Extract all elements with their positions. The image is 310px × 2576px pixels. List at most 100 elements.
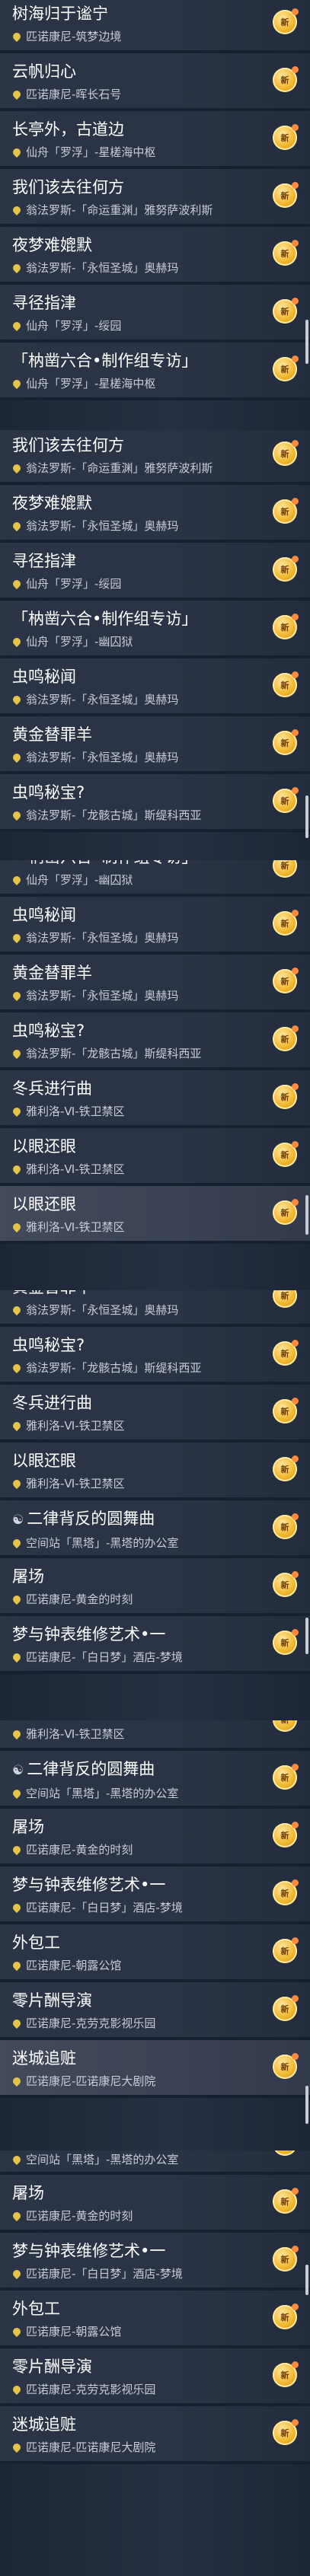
mission-location-text: 雅利洛-Ⅵ-铁卫禁区 <box>26 1419 125 1433</box>
mission-badge-icon[interactable]: 新 <box>273 2246 299 2272</box>
mission-list-item[interactable]: 虫鸣秘宝? 翁法罗斯-「龙骸古城」斯缇科西亚 新 <box>0 1012 310 1070</box>
mission-list-item[interactable]: 夜梦难媲默 翁法罗斯-「永恒圣城」奥赫玛 新 <box>0 227 310 285</box>
mission-list-item[interactable]: 我们该去往何方 翁法罗斯-「命运重渊」雅努萨波利斯 新 <box>0 430 310 485</box>
mission-list-item[interactable]: 屠场 匹诺康尼-黄金的时刻 新 <box>0 2175 310 2233</box>
mission-badge-icon[interactable]: 新 <box>273 787 299 813</box>
mission-list-item[interactable]: 虫鸣秘宝? 翁法罗斯-「龙骸古城」斯缇科西亚 新 <box>0 1327 310 1385</box>
scrollbar-thumb[interactable] <box>305 1618 308 1654</box>
mission-badge-icon[interactable]: 新 <box>273 1340 299 1366</box>
scrollbar-thumb[interactable] <box>305 320 308 364</box>
mission-badge-icon[interactable]: 新 <box>273 2419 299 2445</box>
mission-badge-icon[interactable]: 新 <box>273 66 299 92</box>
mission-list-item[interactable]: 云帆归心 匹诺康尼-晖长石号 新 <box>0 53 310 111</box>
mission-list-item[interactable]: 梦与钟表维修艺术•一 匹诺康尼-「白日梦」酒店-梦境 新 <box>0 1867 310 1924</box>
mission-list-item[interactable]: 虫鸣秘宝? 翁法罗斯-「龙骸古城」斯缇科西亚 新 <box>0 774 310 832</box>
mission-badge-icon[interactable]: 新 <box>273 1083 299 1109</box>
mission-list-item[interactable]: 迷城追赃 匹诺康尼-匹诺康尼大剧院 新 <box>0 2040 310 2098</box>
mission-badge-icon[interactable]: 新 <box>273 2361 299 2387</box>
mission-location: 翁法罗斯-「永恒圣城」奥赫玛 <box>11 260 310 276</box>
mission-list-item[interactable]: 树海归于谧宁 匹诺康尼-筑梦边境 新 <box>0 0 310 53</box>
mission-badge-icon[interactable]: 新 <box>273 1571 299 1597</box>
scrollbar-thumb[interactable] <box>305 795 308 838</box>
mission-list-item[interactable]: 我们该去往何方 翁法罗斯-「命运重渊」雅努萨波利斯 新 <box>0 169 310 227</box>
mission-badge-icon[interactable]: 新 <box>273 2188 299 2214</box>
mission-list-item[interactable]: 长亭外，古道边 仙舟「罗浮」-星槎海中枢 新 <box>0 111 310 169</box>
mission-list-item[interactable]: 梦与钟表维修艺术•一 匹诺康尼-「白日梦」酒店-梦境 新 <box>0 1616 310 1674</box>
scrollbar-thumb[interactable] <box>305 1195 308 1235</box>
mission-list-item[interactable]: 以眼还眼雅利洛-Ⅵ-铁卫禁区新 <box>0 1128 310 1186</box>
mission-badge-icon[interactable]: 新 <box>273 8 299 34</box>
mission-list-item[interactable]: 黄金替罪羊翁法罗斯-「永恒圣城」奥赫玛新 <box>0 955 310 1012</box>
mission-badge-icon[interactable]: 新 <box>273 1764 299 1790</box>
mission-list-item[interactable]: 夜梦难媲默 翁法罗斯-「永恒圣城」奥赫玛 新 <box>0 485 310 543</box>
mission-list-item[interactable]: 以眼还眼雅利洛-Ⅵ-铁卫禁区新 <box>0 1186 310 1244</box>
mission-list-item[interactable]: 外包工 匹诺康尼-朝露公馆 新 <box>0 2291 310 2348</box>
mission-badge-icon[interactable]: 新 <box>273 968 299 993</box>
mission-badge-icon[interactable]: 新 <box>273 556 299 582</box>
mission-list-item[interactable]: 梦与钟表维修艺术•一 匹诺康尼-「白日梦」酒店-梦境 新 <box>0 2233 310 2291</box>
scrollbar-thumb[interactable] <box>305 2265 308 2295</box>
location-pin-icon <box>11 1478 23 1490</box>
mission-list-item[interactable]: 「枘凿六合•制作组专访」仙舟「罗浮」-幽囚狱新 <box>0 601 310 658</box>
mission-location: 空间站「黑塔」-黑塔的办公室 <box>11 1786 310 1801</box>
mission-title: 云帆归心 <box>12 61 310 82</box>
mission-badge-icon[interactable]: 新 <box>273 1025 299 1051</box>
mission-list-item[interactable]: 迷城追赃 匹诺康尼-匹诺康尼大剧院 新 <box>0 2406 310 2464</box>
mission-list-item[interactable]: 寻径指津 仙舟「罗浮」-绥园 新 <box>0 285 310 343</box>
mission-badge-icon[interactable]: 新 <box>273 1937 299 1963</box>
mission-badge-icon[interactable]: 新 <box>273 298 299 324</box>
mission-list-item[interactable]: 屠场 匹诺康尼-黄金的时刻 新 <box>0 1558 310 1616</box>
mission-badge-icon[interactable]: 新 <box>273 1398 299 1423</box>
location-pin-icon <box>11 1959 23 1972</box>
location-pin-icon <box>11 990 23 1002</box>
mission-list-item[interactable]: 以眼还眼雅利洛-Ⅵ-铁卫禁区新 <box>0 1720 310 1751</box>
mission-list-item[interactable]: 冬兵进行曲 雅利洛-Ⅵ-铁卫禁区 新 <box>0 1070 310 1128</box>
mission-badge-icon[interactable]: 新 <box>273 1879 299 1905</box>
mission-badge-icon[interactable]: 新 <box>273 355 299 381</box>
mission-list-item[interactable]: ☯二律背反的圆舞曲空间站「黑塔」-黑塔的办公室新 <box>0 1751 310 1809</box>
mission-badge-icon[interactable]: 新 <box>273 2303 299 2329</box>
mission-list-item[interactable]: 黄金替罪羊翁法罗斯-「永恒圣城」奥赫玛新 <box>0 716 310 774</box>
mission-list-item[interactable]: 黄金替罪羊翁法罗斯-「永恒圣城」奥赫玛新 <box>0 1290 310 1327</box>
mission-title: 以眼还眼 <box>12 1194 310 1215</box>
mission-location: 匹诺康尼-匹诺康尼大剧院 <box>11 2440 310 2455</box>
mission-list-item[interactable]: 以眼还眼雅利洛-Ⅵ-铁卫禁区新 <box>0 1443 310 1500</box>
mission-title-text: 零片酬导演 <box>12 1991 92 2010</box>
mission-list-item[interactable]: 外包工 匹诺康尼-朝露公馆 新 <box>0 1924 310 1982</box>
mission-badge-icon[interactable]: 新 <box>273 124 299 150</box>
mission-list-item[interactable]: 零片酬导演 匹诺康尼-克劳克影视乐园 新 <box>0 2348 310 2406</box>
mission-list-item[interactable]: ☯二律背反的圆舞曲空间站「黑塔」-黑塔的办公室新 <box>0 2150 310 2175</box>
mission-list-item[interactable]: 虫鸣秘闻 翁法罗斯-「永恒圣城」奥赫玛 新 <box>0 658 310 716</box>
mission-badge-icon[interactable]: 新 <box>273 498 299 524</box>
mission-list-item[interactable]: 寻径指津 仙舟「罗浮」-绥园 新 <box>0 543 310 601</box>
mission-badge-icon[interactable]: 新 <box>273 1455 299 1481</box>
mission-list-item[interactable]: 冬兵进行曲 雅利洛-Ⅵ-铁卫禁区 新 <box>0 1385 310 1443</box>
mission-list-item[interactable]: 虫鸣秘闻 翁法罗斯-「永恒圣城」奥赫玛 新 <box>0 897 310 955</box>
mission-title-text: 我们该去往何方 <box>12 178 124 196</box>
mission-badge-icon[interactable]: 新 <box>273 671 299 697</box>
mission-badge-icon[interactable]: 新 <box>273 614 299 639</box>
mission-badge-icon[interactable]: 新 <box>273 1629 299 1655</box>
mission-list-item[interactable]: ☯二律背反的圆舞曲空间站「黑塔」-黑塔的办公室新 <box>0 1500 310 1558</box>
mission-badge-icon[interactable]: 新 <box>273 1822 299 1848</box>
mission-badge-icon[interactable]: 新 <box>273 1141 299 1167</box>
mission-badge-icon[interactable]: 新 <box>273 182 299 208</box>
mission-badge-icon[interactable]: 新 <box>273 240 299 266</box>
mission-location: 匹诺康尼-匹诺康尼大剧院 <box>11 2074 310 2089</box>
mission-badge-icon[interactable]: 新 <box>273 2053 299 2079</box>
mission-list-item[interactable]: 零片酬导演 匹诺康尼-克劳克影视乐园 新 <box>0 1982 310 2040</box>
mission-list-item[interactable]: 「枘凿六合•制作组专访」 仙舟「罗浮」-星槎海中枢 新 <box>0 343 310 400</box>
mission-badge-icon[interactable]: 新 <box>273 1995 299 2021</box>
mission-list-item[interactable]: 屠场 匹诺康尼-黄金的时刻 新 <box>0 1809 310 1867</box>
mission-badge-icon[interactable]: 新 <box>273 910 299 936</box>
mission-badge-icon[interactable]: 新 <box>273 729 299 755</box>
mission-title-text: 屠场 <box>12 1818 44 1836</box>
mission-badge-icon[interactable]: 新 <box>273 1199 299 1225</box>
mission-location: 雅利洛-Ⅵ-铁卫禁区 <box>11 1418 310 1433</box>
scrollbar-thumb[interactable] <box>305 2086 308 2124</box>
mission-title: 以眼还眼 <box>12 1450 310 1471</box>
mission-list-item[interactable]: 「枘凿六合•制作组专访」仙舟「罗浮」-幽囚狱新 <box>0 860 310 897</box>
mission-title-text: 冬兵进行曲 <box>12 1079 92 1098</box>
mission-badge-icon[interactable]: 新 <box>273 1513 299 1539</box>
mission-badge-icon[interactable]: 新 <box>273 440 299 466</box>
